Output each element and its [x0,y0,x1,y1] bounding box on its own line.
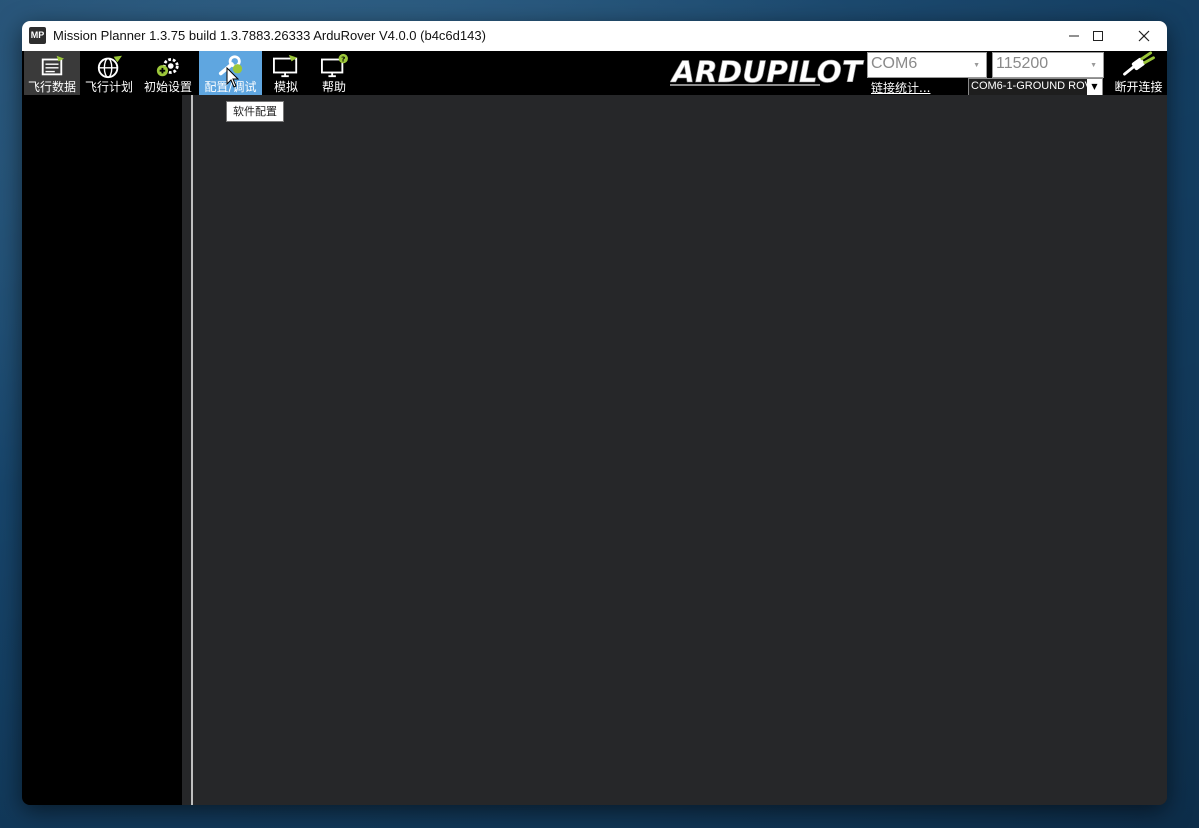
chevron-down-icon[interactable]: ▼ [1087,79,1102,95]
port-combo[interactable]: COM6 ▼ [867,52,987,78]
mission-planner-window: MP Mission Planner 1.3.75 build 1.3.7883… [22,21,1167,805]
simulation-monitor-icon [273,54,298,78]
toolbar-flight-plan[interactable]: 飞行计划 [84,51,134,95]
plug-icon [1122,51,1155,76]
window-title: Mission Planner 1.3.75 build 1.3.7883.26… [53,28,486,43]
toolbar-flight-data[interactable]: 飞行数据 [24,51,80,95]
port-value: COM6 [871,55,918,72]
initial-setup-gear-icon [156,58,179,77]
port-device-select[interactable]: COM6-1-GROUND ROVER ▼ [968,78,1103,96]
toolbar-label: 初始设置 [143,80,192,94]
app-icon: MP [29,27,46,44]
flight-data-icon [41,55,65,76]
disconnect-label: 断开连接 [1114,80,1163,94]
toolbar-help[interactable]: ? 帮助 [314,51,354,95]
tooltip: 软件配置 [226,101,284,122]
baud-combo[interactable]: 115200 ▼ [992,52,1104,78]
baud-value: 115200 [996,55,1049,72]
maximize-icon [1093,31,1103,41]
help-monitor-icon: ? [321,53,348,78]
title-bar[interactable]: MP Mission Planner 1.3.75 build 1.3.7883… [22,21,1167,51]
panel-splitter[interactable] [182,95,193,805]
close-button[interactable] [1121,21,1167,51]
svg-text:?: ? [341,54,345,63]
toolbar-simulation[interactable]: 模拟 [266,51,306,95]
toolbar-label: 模拟 [273,80,298,94]
flight-plan-globe-icon [97,55,122,79]
disconnect-button[interactable]: 断开连接 [1110,51,1167,95]
left-menu-panel [22,95,182,805]
mouse-cursor-icon [226,67,240,88]
toolbar-label: 飞行计划 [84,80,133,94]
link-stats-link[interactable]: 链接统计... [871,79,930,96]
main-content-area [193,95,1167,805]
maximize-button[interactable] [1075,21,1121,51]
port-device-value: COM6-1-GROUND ROVER [971,80,1087,92]
toolbar-label: 帮助 [321,80,346,94]
chevron-down-icon: ▼ [973,62,980,69]
ardupilot-logo: ARDUPILOT [670,55,865,88]
toolbar-label: 飞行数据 [27,80,76,94]
close-icon [1138,30,1150,42]
svg-text:ARDUPILOT: ARDUPILOT [670,55,864,88]
chevron-down-icon: ▼ [1090,62,1097,69]
toolbar-initial-setup[interactable]: 初始设置 [142,51,194,95]
